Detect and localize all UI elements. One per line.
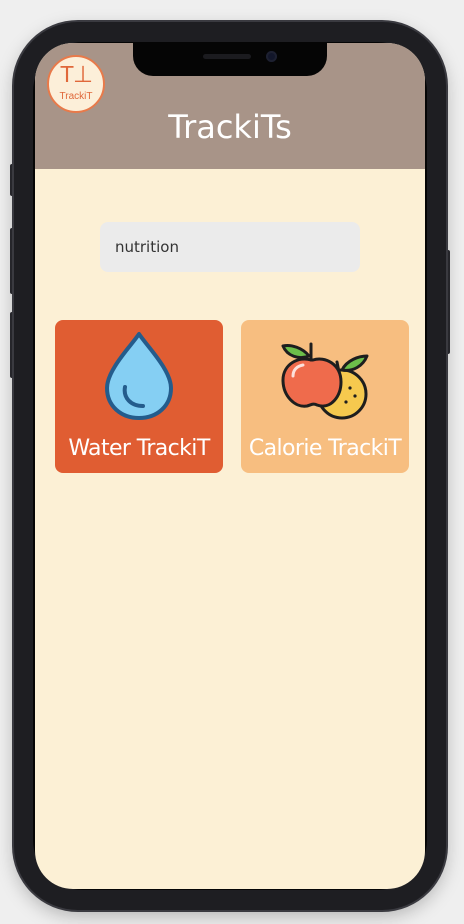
phone-notch <box>133 43 327 76</box>
speaker-grille <box>203 54 251 59</box>
water-trackit-tile[interactable]: Water TrackiT <box>55 320 223 473</box>
logo-mark: T⊥ <box>59 61 93 87</box>
page: T⊥ TrackiT TrackiTs Water TrackiT <box>0 0 464 924</box>
search-input[interactable] <box>100 222 360 272</box>
fruit-icon <box>281 342 369 420</box>
app-screen: T⊥ TrackiT TrackiTs Water TrackiT <box>35 43 425 889</box>
power-button <box>446 250 450 354</box>
calorie-trackit-label: Calorie TrackiT <box>248 436 402 461</box>
calorie-trackit-tile[interactable]: Calorie TrackiT <box>241 320 409 473</box>
camera-icon <box>266 51 277 62</box>
logo-text: TrackiT <box>59 91 93 102</box>
water-trackit-label: Water TrackiT <box>68 436 210 461</box>
water-drop-icon <box>105 332 173 420</box>
page-title: TrackiTs <box>168 108 292 146</box>
